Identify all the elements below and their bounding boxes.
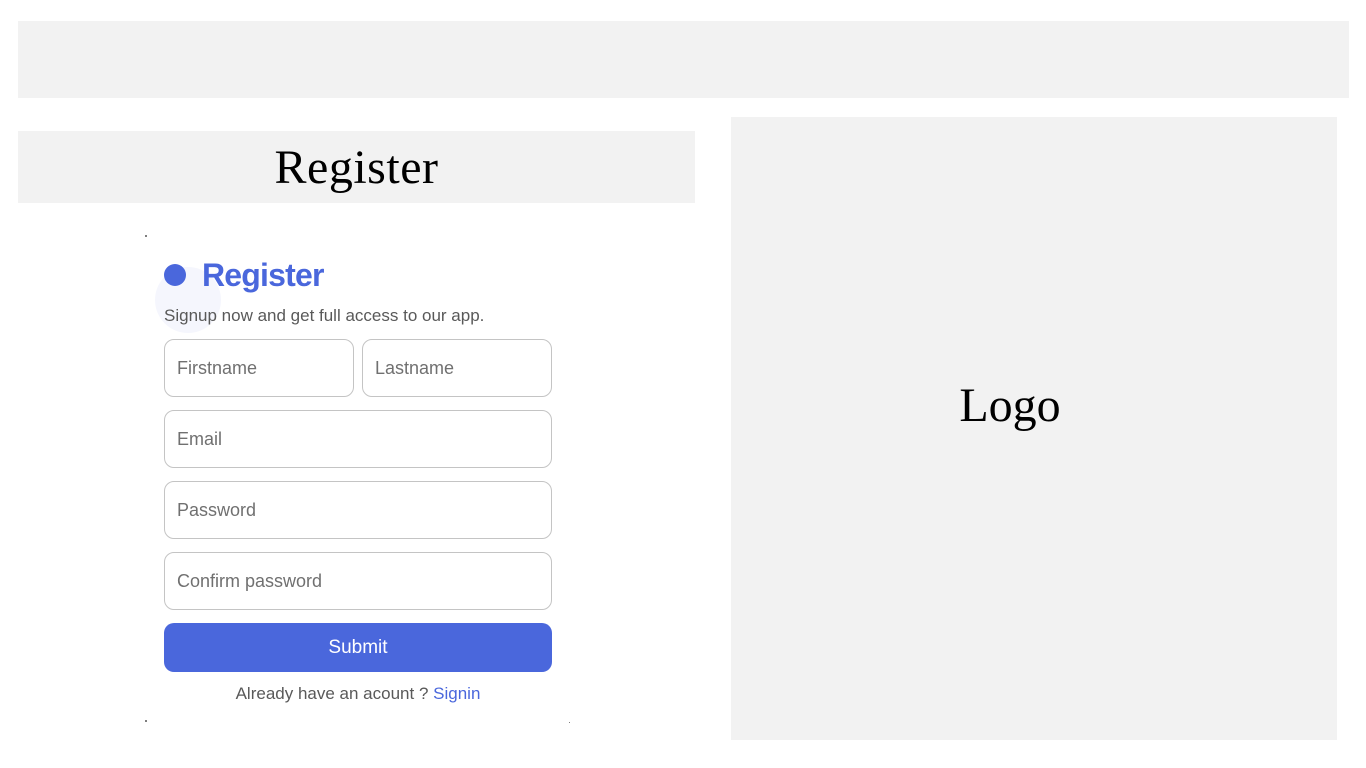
signin-link[interactable]: Signin (433, 684, 480, 703)
lastname-input[interactable] (362, 339, 552, 397)
circle-dot-icon (164, 264, 186, 286)
password-input[interactable] (164, 481, 552, 539)
register-header-title: Register (274, 140, 439, 194)
logo-placeholder: Logo (959, 379, 1061, 432)
corner-mark (569, 722, 570, 723)
form-title: Register (202, 256, 324, 293)
submit-button[interactable]: Submit (164, 623, 552, 672)
logo-panel: Logo (731, 117, 1337, 740)
corner-mark (145, 235, 147, 237)
register-header: Register (18, 131, 695, 203)
signin-prompt: Already have an acount ? (235, 684, 429, 703)
firstname-input[interactable] (164, 339, 354, 397)
confirm-password-input[interactable] (164, 552, 552, 610)
form-title-row: Register (155, 255, 324, 333)
form-subtitle: Signup now and get full access to our ap… (164, 306, 485, 325)
email-input[interactable] (164, 410, 552, 468)
register-form: Register Signup now and get full access … (145, 235, 570, 723)
top-banner (18, 21, 1349, 98)
signin-row: Already have an acount ? Signin (164, 684, 552, 704)
corner-mark (145, 720, 147, 722)
